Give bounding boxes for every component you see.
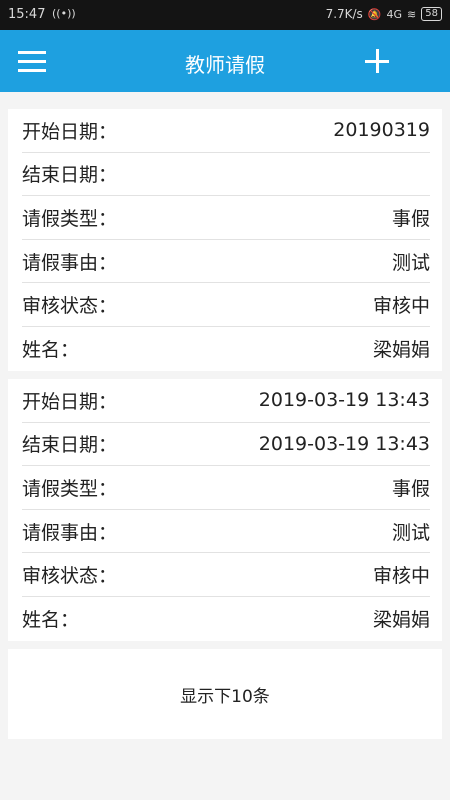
name-value: 梁娟娟 <box>372 609 430 632</box>
name-label: 姓名： <box>22 609 80 632</box>
end-date-row: 结束日期： 2019-03-19 13:43 <box>22 423 430 467</box>
start-date-value: 20190319 <box>333 119 430 142</box>
battery-icon: 58 <box>421 7 442 21</box>
end-date-value: 2019-03-19 13:43 <box>258 432 430 455</box>
plus-icon[interactable] <box>364 48 390 74</box>
network-speed: 7.7K/s <box>325 7 363 21</box>
review-status-label: 审核状态： <box>22 295 118 318</box>
name-value: 梁娟娟 <box>372 339 430 362</box>
leave-record-card: 开始日期： 20190319 结束日期： 请假类型： 事假 请假事由： 测试 审… <box>8 109 442 371</box>
review-status-row: 审核状态： 审核中 <box>22 283 430 327</box>
leave-type-row: 请假类型： 事假 <box>22 196 430 240</box>
review-status-label: 审核状态： <box>22 565 118 588</box>
review-status-value: 审核中 <box>372 295 430 318</box>
end-date-label: 结束日期： <box>22 434 118 457</box>
start-date-row: 开始日期： 2019-03-19 13:43 <box>22 379 430 423</box>
app-header: 教师请假 <box>0 30 450 92</box>
start-date-value: 2019-03-19 13:43 <box>258 389 430 412</box>
start-date-label: 开始日期： <box>22 120 118 143</box>
start-date-row: 开始日期： 20190319 <box>22 109 430 153</box>
load-more-button[interactable]: 显示下10条 <box>8 649 442 739</box>
leave-reason-label: 请假事由： <box>22 521 118 544</box>
name-label: 姓名： <box>22 339 80 362</box>
name-row: 姓名： 梁娟娟 <box>22 327 430 371</box>
leave-reason-label: 请假事由： <box>22 251 118 274</box>
end-date-row: 结束日期： <box>22 153 430 197</box>
leave-reason-value: 测试 <box>391 521 430 544</box>
leave-type-value: 事假 <box>391 207 430 230</box>
leave-type-value: 事假 <box>391 477 430 500</box>
status-time: 15:47 <box>8 7 46 22</box>
review-status-row: 审核状态： 审核中 <box>22 553 430 597</box>
leave-type-label: 请假类型： <box>22 207 118 230</box>
leave-type-row: 请假类型： 事假 <box>22 466 430 510</box>
start-date-label: 开始日期： <box>22 390 118 413</box>
name-row: 姓名： 梁娟娟 <box>22 597 430 641</box>
leave-type-label: 请假类型： <box>22 477 118 500</box>
review-status-value: 审核中 <box>372 565 430 588</box>
end-date-label: 结束日期： <box>22 164 118 187</box>
leave-record-card: 开始日期： 2019-03-19 13:43 结束日期： 2019-03-19 … <box>8 379 442 641</box>
status-bar: 15:47 ((•)) 7.7K/s 🔕 4G ≋ 58 <box>0 0 450 30</box>
leave-reason-row: 请假事由： 测试 <box>22 240 430 284</box>
wifi-icon: ≋ <box>407 7 417 21</box>
leave-reason-value: 测试 <box>391 251 430 274</box>
leave-reason-row: 请假事由： 测试 <box>22 510 430 554</box>
network-type: 4G <box>386 7 403 21</box>
radio-icon: ((•)) <box>52 7 76 20</box>
status-right: 7.7K/s 🔕 4G ≋ 58 <box>326 7 442 21</box>
mute-icon: 🔕 <box>367 7 382 21</box>
